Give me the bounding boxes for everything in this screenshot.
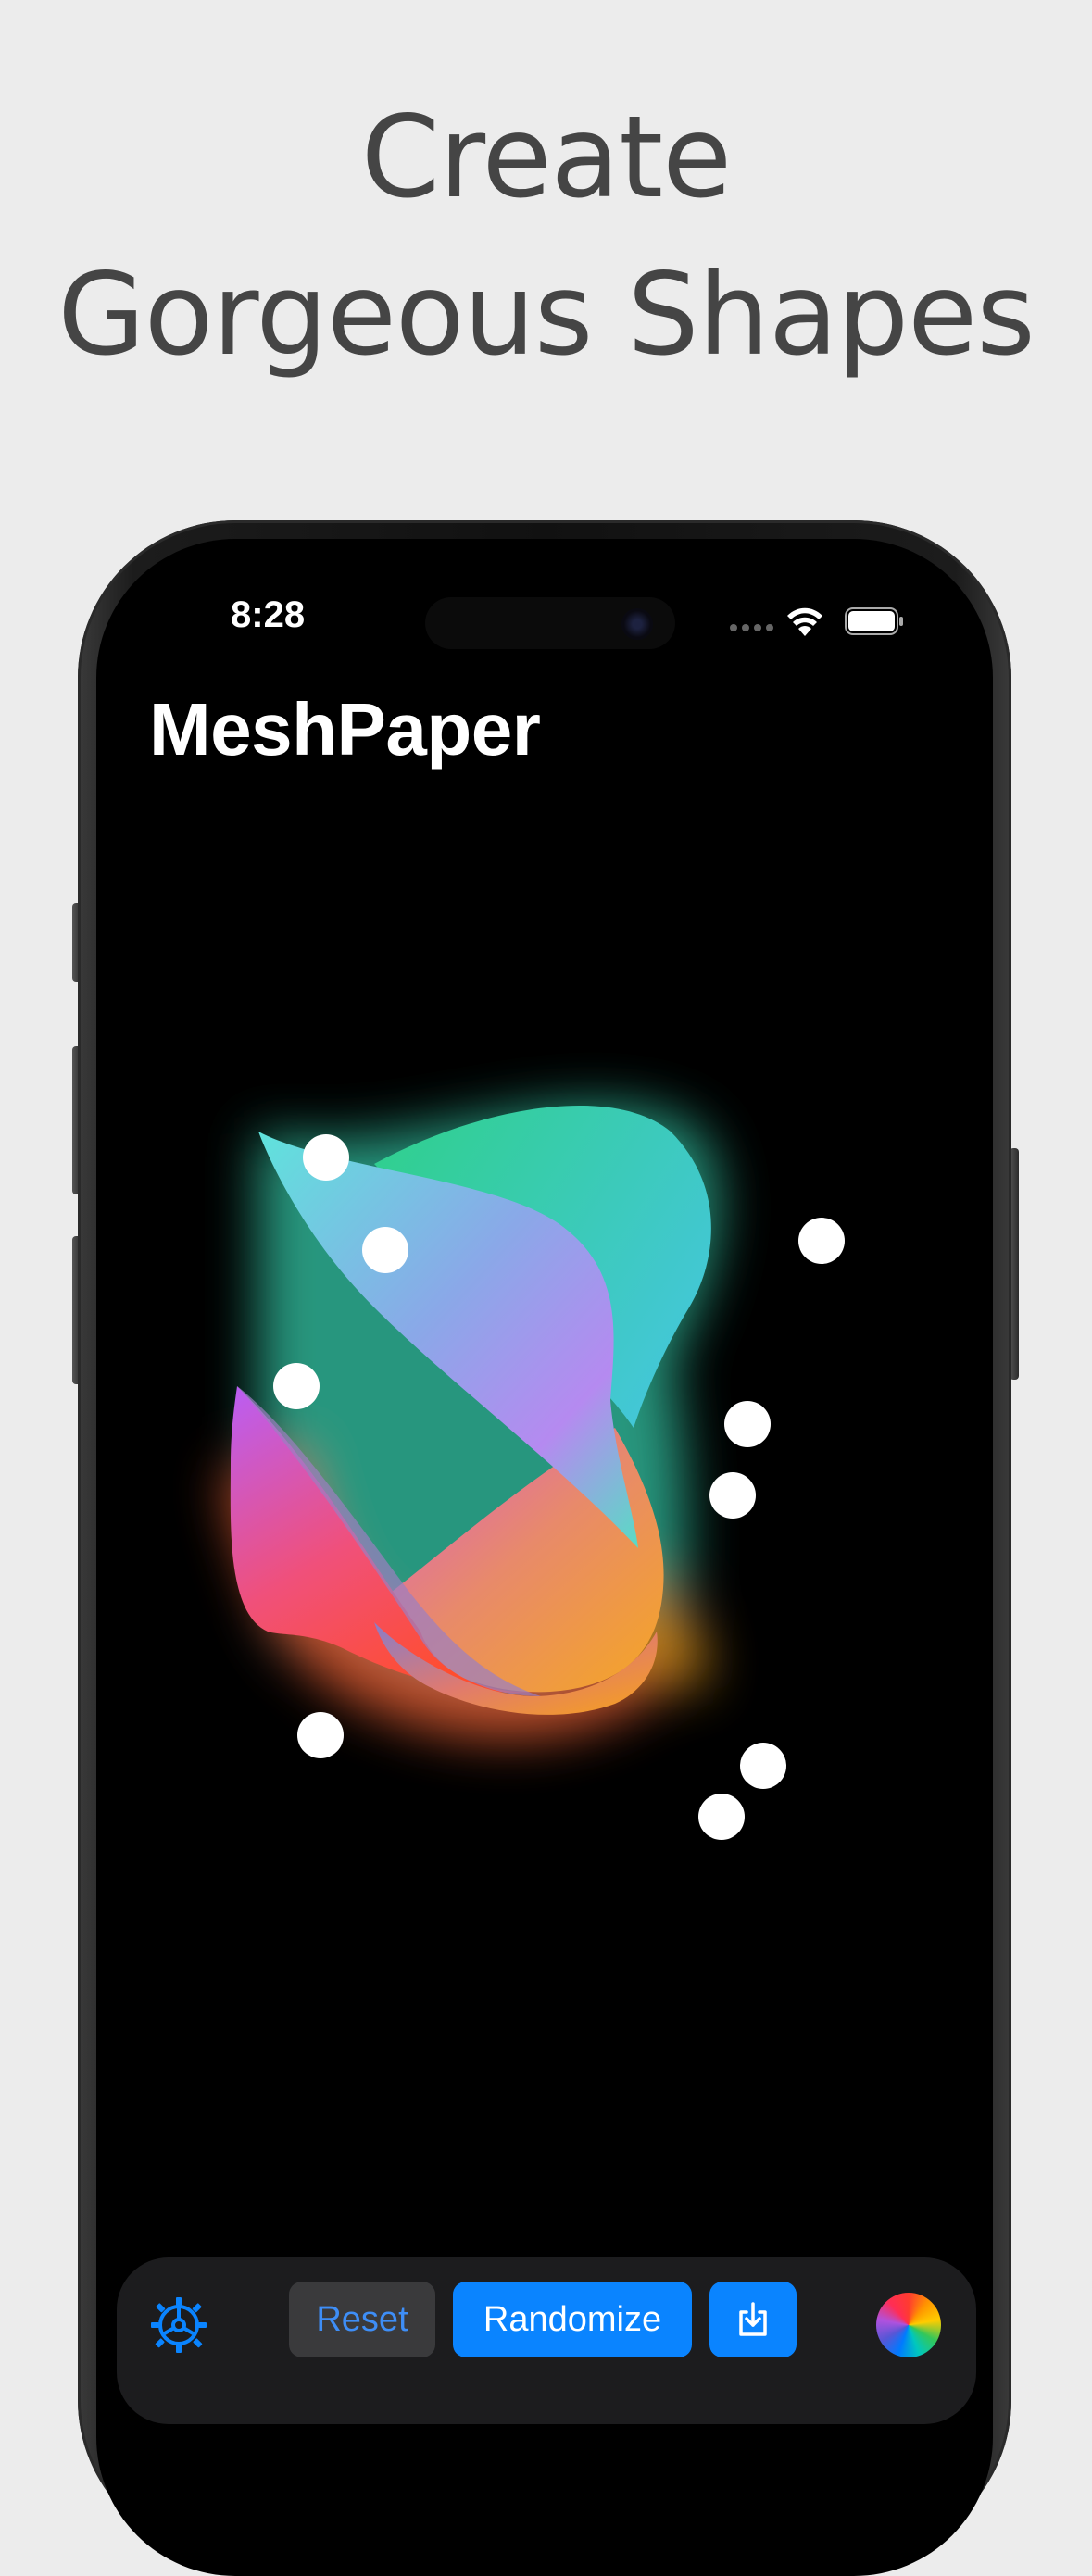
headline: Create Gorgeous Shapes (0, 79, 1092, 394)
gear-icon[interactable] (148, 2295, 209, 2356)
randomize-button[interactable]: Randomize (453, 2282, 692, 2357)
control-handle[interactable] (698, 1794, 745, 1840)
wifi-icon (787, 607, 822, 636)
cellular-signal-icon (730, 624, 773, 631)
control-handle[interactable] (362, 1227, 408, 1273)
export-button[interactable] (709, 2282, 797, 2357)
control-handle[interactable] (709, 1472, 756, 1519)
control-handle[interactable] (724, 1401, 771, 1447)
headline-line-2: Gorgeous Shapes (57, 249, 1036, 381)
control-handle[interactable] (297, 1712, 344, 1758)
color-wheel-icon[interactable] (876, 2293, 941, 2357)
control-handle[interactable] (273, 1363, 320, 1409)
app-title: MeshPaper (149, 688, 541, 770)
control-handle[interactable] (798, 1218, 845, 1264)
reset-button[interactable]: Reset (289, 2282, 435, 2357)
download-tray-icon (739, 2302, 767, 2336)
status-time: 8:28 (231, 594, 306, 635)
bottom-toolbar: Reset Randomize (117, 2257, 976, 2424)
control-handle[interactable] (740, 1743, 786, 1789)
headline-line-1: Create (360, 92, 732, 223)
control-handle[interactable] (303, 1134, 349, 1181)
front-camera (621, 608, 653, 640)
phone-screen: 8:28 MeshPaper Reset Randomize (96, 539, 993, 2576)
battery-icon (845, 607, 903, 635)
